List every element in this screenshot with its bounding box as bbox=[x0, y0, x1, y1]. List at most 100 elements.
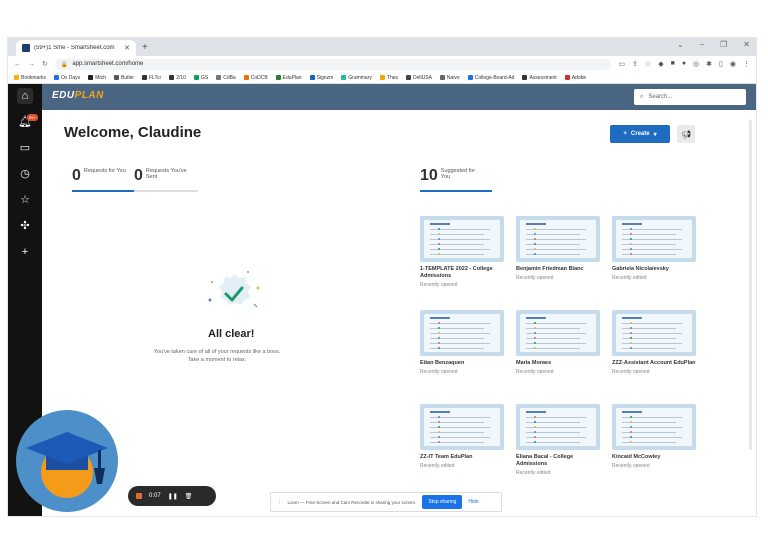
new-tab-icon[interactable]: + bbox=[142, 40, 148, 56]
suggested-tab[interactable]: 10 Suggested for You bbox=[420, 168, 483, 184]
sheet-card[interactable]: Benjamin Friedman Blanc Recently opened bbox=[516, 216, 600, 281]
pause-icon[interactable]: ❚❚ bbox=[168, 493, 178, 500]
star-icon[interactable]: ☆ bbox=[645, 60, 651, 68]
stop-sharing-button[interactable]: Stop sharing bbox=[422, 495, 463, 509]
bookmark-label: GS bbox=[200, 74, 209, 81]
extension-icon[interactable]: ◆ bbox=[658, 60, 663, 68]
hide-button[interactable]: Hide bbox=[468, 499, 478, 505]
bookmark-item[interactable]: Bookmarks bbox=[14, 75, 46, 81]
sheet-status: Recently opened bbox=[516, 369, 554, 375]
sheet-thumbnail bbox=[612, 404, 696, 450]
extension-icon[interactable]: ◎ bbox=[693, 60, 699, 68]
announcement-button[interactable]: 📢︎ bbox=[677, 125, 695, 143]
sidebar-icon[interactable]: ▯ bbox=[719, 60, 723, 68]
favorites-star-icon[interactable]: ☆ bbox=[17, 192, 33, 208]
minimize-icon[interactable]: – bbox=[700, 40, 704, 49]
bookmark-item[interactable]: GS bbox=[193, 74, 209, 81]
puzzle-icon[interactable]: ✱ bbox=[706, 60, 712, 68]
bookmark-label: Naivo bbox=[446, 74, 460, 81]
bookmark-item[interactable]: Grammary bbox=[341, 75, 372, 81]
bookmark-item[interactable]: DellUSA bbox=[406, 75, 432, 81]
url-field[interactable]: 🔒 app.smartsheet.com/home bbox=[54, 58, 612, 70]
bookmark-item[interactable]: Butler bbox=[114, 75, 134, 81]
extension-icon[interactable]: ● bbox=[682, 60, 686, 68]
bookmark-favicon-icon bbox=[54, 75, 60, 80]
sheet-card[interactable]: ZZZ-Assistant Account EduPlan Recently op… bbox=[612, 310, 696, 375]
bookmark-label: EduPlan bbox=[282, 74, 302, 81]
reload-icon[interactable]: ↻ bbox=[42, 60, 48, 68]
bookmark-item[interactable]: Signzm bbox=[309, 75, 333, 81]
share-icon[interactable]: ⇪ bbox=[632, 60, 638, 68]
bookmark-item[interactable]: Ox Days bbox=[54, 75, 80, 81]
drag-handle-icon[interactable]: ⋮ bbox=[277, 499, 282, 505]
bookmark-item[interactable]: FLTcr bbox=[142, 75, 161, 81]
sheet-thumbnail bbox=[420, 310, 504, 356]
bookmark-label: CdBa bbox=[223, 74, 236, 81]
restore-icon[interactable]: ❐ bbox=[720, 40, 727, 49]
megaphone-icon: 📢︎ bbox=[680, 129, 692, 139]
chevron-down-icon[interactable]: ⌄ bbox=[677, 40, 684, 49]
profile-icon[interactable]: ◉ bbox=[730, 60, 736, 68]
sheet-name: Eliana Bacal - College Admissions bbox=[516, 454, 574, 467]
bookmark-item[interactable]: CoDCB bbox=[243, 75, 268, 81]
sheet-card[interactable]: Maria Moraes Recently opened bbox=[516, 310, 600, 375]
bookmark-favicon-icon bbox=[522, 75, 528, 80]
sheet-card[interactable]: Eitan Benzaquen Recently opened bbox=[420, 310, 504, 375]
browser-tab[interactable]: (59+)1 Sme - Smartsheet.com ✕ bbox=[16, 40, 136, 56]
address-bar: ← → ↻ 🔒 app.smartsheet.com/home ▭ ⇪ ☆ ◆ … bbox=[8, 56, 756, 72]
all-clear-subtitle: You've taken care of all of your request… bbox=[153, 349, 281, 363]
bookmark-item[interactable]: Adobe bbox=[564, 75, 586, 81]
extension-icon[interactable]: ■ bbox=[671, 60, 675, 68]
bookmark-item[interactable]: 2/10 bbox=[169, 75, 186, 81]
requests-for-you-tab[interactable]: 0 Requests for You bbox=[72, 168, 126, 184]
bookmark-item[interactable]: Thes bbox=[379, 75, 398, 81]
sheet-name: Eitan Benzaquen bbox=[420, 360, 465, 366]
sheet-card[interactable]: 1-TEMPLATE 2022 - College Admissions Rece… bbox=[420, 216, 504, 288]
sheet-status: Recently opened bbox=[420, 282, 458, 288]
sheet-thumbnail bbox=[516, 310, 600, 356]
requests-sent-tab[interactable]: 0 Requests You've Sent bbox=[134, 168, 188, 184]
bookmark-label: Grammary bbox=[348, 74, 372, 81]
close-tab-icon[interactable]: ✕ bbox=[124, 44, 130, 52]
bookmark-favicon-icon bbox=[439, 75, 445, 80]
add-icon[interactable]: + bbox=[17, 244, 33, 260]
sheet-status: Recently opened bbox=[420, 369, 458, 375]
folder-icon[interactable]: ▭ bbox=[17, 140, 33, 156]
stop-recording-icon[interactable] bbox=[136, 493, 142, 499]
home-icon[interactable]: ⌂ bbox=[17, 88, 33, 104]
share-message: Loom — Free Screen and Cam Recorder is s… bbox=[287, 499, 417, 505]
solutions-icon[interactable]: ✣ bbox=[17, 218, 33, 234]
bookmark-item[interactable]: Assessment bbox=[522, 74, 557, 81]
back-icon[interactable]: ← bbox=[14, 61, 21, 68]
sheet-card[interactable]: Gabriela Nicolaievsky Recently edited bbox=[612, 216, 696, 281]
bookmark-label: Assessment bbox=[529, 74, 557, 81]
bookmark-favicon-icon bbox=[14, 75, 19, 80]
graduation-cap-logo bbox=[16, 410, 118, 512]
clock-icon[interactable]: ◷ bbox=[17, 166, 33, 182]
menu-icon[interactable]: ⋮ bbox=[743, 60, 750, 68]
eduplan-logo[interactable]: EDUPLAN bbox=[52, 90, 104, 101]
active-tab-underline bbox=[420, 190, 492, 192]
bookmark-item[interactable]: EduPlan bbox=[275, 74, 302, 81]
bookmark-item[interactable]: College-Board-Ad bbox=[467, 74, 515, 81]
search-input[interactable]: ⌕ Search... bbox=[634, 89, 746, 105]
sheet-card[interactable]: ZZ-IT Team EduPlan Recently edited bbox=[420, 404, 504, 469]
bookmark-item[interactable]: CdBa bbox=[216, 75, 236, 81]
close-window-icon[interactable]: ✕ bbox=[743, 40, 750, 49]
sheet-card[interactable]: Eliana Bacal - College Admissions Recentl… bbox=[516, 404, 600, 476]
create-button[interactable]: + Create ▾ bbox=[610, 125, 670, 143]
screen-share-bar: ⋮ Loom — Free Screen and Cam Recorder is… bbox=[270, 492, 502, 512]
bookmark-label: Mtch bbox=[95, 74, 107, 81]
bookmark-favicon-icon bbox=[88, 75, 94, 80]
bookmark-item[interactable]: Mtch bbox=[88, 75, 106, 81]
bookmark-item[interactable]: Naivo bbox=[439, 74, 460, 81]
trash-icon[interactable]: 🗑︎ bbox=[185, 493, 193, 500]
sheet-name: ZZZ-Assistant Account EduPlan bbox=[612, 360, 696, 366]
bookmark-favicon-icon bbox=[379, 75, 385, 80]
forward-icon[interactable]: → bbox=[28, 61, 35, 68]
sheet-card[interactable]: Kincaid McCowley Recently opened bbox=[612, 404, 696, 469]
bookmark-label: College-Board-Ad bbox=[474, 74, 515, 81]
cast-icon[interactable]: ▭ bbox=[618, 60, 625, 68]
caret-down-icon: ▾ bbox=[653, 131, 657, 138]
scrollbar[interactable] bbox=[749, 120, 752, 450]
